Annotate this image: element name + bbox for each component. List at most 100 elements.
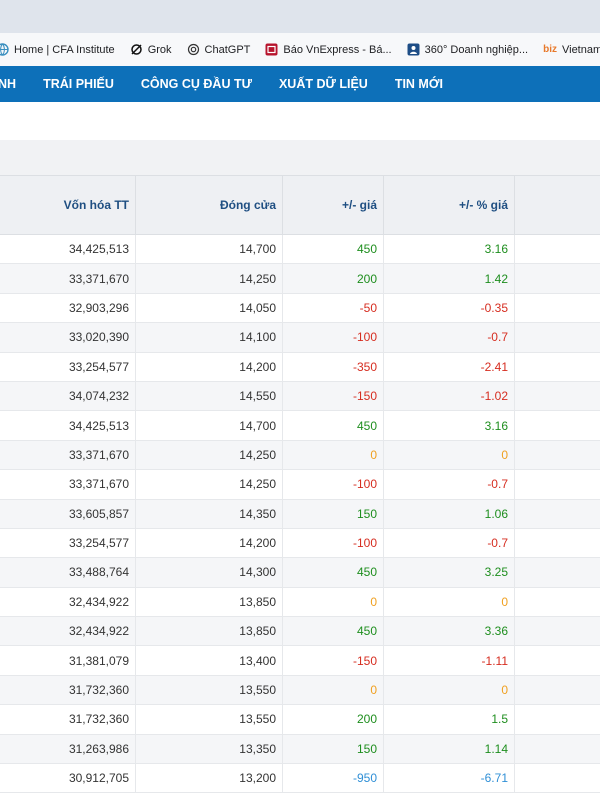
table-row[interactable]: 33,020,390 14,100 -100 -0.7 xyxy=(0,323,600,353)
close-price-cell: 13,400 xyxy=(136,646,283,675)
column-header-next[interactable] xyxy=(515,176,600,234)
percent-change-cell: -0.7 xyxy=(384,323,515,352)
price-change-cell: 150 xyxy=(283,499,384,528)
table-row[interactable]: 33,371,670 14,250 200 1.42 xyxy=(0,264,600,294)
bookmark-label: Home | CFA Institute xyxy=(14,43,115,56)
doanh-nghiep-icon xyxy=(407,43,420,56)
bookmarks-bar: Home | CFA Institute Grok ChatGPT Báo Vn… xyxy=(0,33,600,66)
market-cap-cell: 33,371,670 xyxy=(0,440,136,470)
price-history-table: Vốn hóa TT Đóng cửa +/- giá +/- % giá 34… xyxy=(0,175,600,794)
percent-change-cell: 0 xyxy=(384,675,515,705)
percent-change-cell: -1.02 xyxy=(384,381,515,411)
nav-item-xuat-du-lieu[interactable]: XUẤT DỮ LIỆU xyxy=(279,77,368,91)
close-price-cell: 14,250 xyxy=(136,470,283,499)
bookmark-cfa[interactable]: Home | CFA Institute xyxy=(0,43,115,56)
market-cap-cell: 33,254,577 xyxy=(0,528,136,558)
nav-item-partial[interactable]: NH xyxy=(0,77,16,91)
table-row[interactable]: 31,263,986 13,350 150 1.14 xyxy=(0,734,600,765)
price-change-cell: -350 xyxy=(283,352,384,381)
market-cap-cell: 33,254,577 xyxy=(0,352,136,381)
table-row[interactable]: 32,434,922 13,850 0 0 xyxy=(0,587,600,618)
table-row[interactable]: 33,488,764 14,300 450 3.25 xyxy=(0,558,600,588)
bookmark-label: Báo VnExpress - Bá... xyxy=(283,43,392,56)
next-column-cell xyxy=(515,411,600,439)
market-cap-cell: 32,434,922 xyxy=(0,587,136,617)
close-price-cell: 13,850 xyxy=(136,587,283,617)
close-price-cell: 13,550 xyxy=(136,675,283,705)
nav-item-tin-moi[interactable]: TIN MỚI xyxy=(395,77,443,91)
column-header-close[interactable]: Đóng cửa xyxy=(136,176,283,234)
table-toolbar-band xyxy=(0,140,600,175)
column-header-percent-change[interactable]: +/- % giá xyxy=(384,176,515,234)
table-row[interactable]: 33,254,577 14,200 -100 -0.7 xyxy=(0,528,600,559)
close-price-cell: 13,850 xyxy=(136,617,283,646)
bookmark-chatgpt[interactable]: ChatGPT xyxy=(187,43,250,56)
market-cap-cell: 31,732,360 xyxy=(0,675,136,705)
price-change-cell: -100 xyxy=(283,323,384,352)
next-column-cell xyxy=(515,588,600,616)
market-cap-cell: 34,425,513 xyxy=(0,235,136,264)
table-row[interactable]: 34,425,513 14,700 450 3.16 xyxy=(0,235,600,265)
next-column-cell xyxy=(515,529,600,557)
bookmark-360-doanh-nghiep[interactable]: 360° Doanh nghiệp... xyxy=(407,43,528,56)
close-price-cell: 13,350 xyxy=(136,734,283,764)
bookmark-grok[interactable]: Grok xyxy=(130,43,172,56)
table-row[interactable]: 33,254,577 14,200 -350 -2.41 xyxy=(0,352,600,382)
price-change-cell: 0 xyxy=(283,587,384,617)
table-row[interactable]: 33,605,857 14,350 150 1.06 xyxy=(0,499,600,529)
bookmark-label: 360° Doanh nghiệp... xyxy=(424,43,529,56)
percent-change-cell: 3.36 xyxy=(384,617,515,646)
price-change-cell: 200 xyxy=(283,264,384,293)
column-header-market-cap[interactable]: Vốn hóa TT xyxy=(0,176,136,234)
table-row[interactable]: 31,381,079 13,400 -150 -1.11 xyxy=(0,646,600,676)
vnexpress-icon xyxy=(265,43,278,56)
nav-item-trai-phieu[interactable]: TRÁI PHIẾU xyxy=(43,77,114,91)
market-cap-cell: 33,371,670 xyxy=(0,470,136,499)
table-row[interactable]: 34,074,232 14,550 -150 -1.02 xyxy=(0,381,600,412)
table-body: 34,425,513 14,700 450 3.16 33,371,670 14,250 2… xyxy=(0,235,600,794)
percent-change-cell: 0 xyxy=(384,440,515,470)
market-cap-cell: 34,425,513 xyxy=(0,411,136,440)
market-cap-cell: 32,434,922 xyxy=(0,617,136,646)
price-change-cell: 450 xyxy=(283,558,384,587)
percent-change-cell: -6.71 xyxy=(384,764,515,793)
close-price-cell: 14,200 xyxy=(136,528,283,558)
column-header-price-change[interactable]: +/- giá xyxy=(283,176,384,234)
table-row[interactable]: 31,732,360 13,550 200 1.5 xyxy=(0,705,600,735)
price-change-cell: 450 xyxy=(283,617,384,646)
bookmark-vnexpress[interactable]: Báo VnExpress - Bá... xyxy=(265,43,392,56)
close-price-cell: 14,700 xyxy=(136,411,283,440)
market-cap-cell: 30,912,705 xyxy=(0,764,136,793)
table-row[interactable]: 31,732,360 13,550 0 0 xyxy=(0,675,600,706)
price-change-cell: -150 xyxy=(283,646,384,675)
table-row[interactable]: 30,912,705 13,200 -950 -6.71 xyxy=(0,764,600,794)
percent-change-cell: 3.16 xyxy=(384,235,515,264)
next-column-cell xyxy=(515,353,600,381)
table-row[interactable]: 34,425,513 14,700 450 3.16 xyxy=(0,411,600,441)
next-column-cell xyxy=(515,500,600,528)
table-row[interactable]: 33,371,670 14,250 0 0 xyxy=(0,440,600,471)
price-change-cell: 0 xyxy=(283,675,384,705)
table-row[interactable]: 32,434,922 13,850 450 3.36 xyxy=(0,617,600,647)
bookmark-vietnambiz[interactable]: biz VietnamBiz xyxy=(543,44,600,56)
table-row[interactable]: 32,903,296 14,050 -50 -0.35 xyxy=(0,293,600,324)
nav-item-cong-cu-dau-tu[interactable]: CÔNG CỤ ĐẦU TƯ xyxy=(141,77,252,91)
next-column-cell xyxy=(515,764,600,792)
close-price-cell: 14,200 xyxy=(136,352,283,381)
next-column-cell xyxy=(515,646,600,674)
next-column-cell xyxy=(515,735,600,763)
close-price-cell: 14,250 xyxy=(136,264,283,293)
market-cap-cell: 34,074,232 xyxy=(0,381,136,411)
percent-change-cell: 1.5 xyxy=(384,705,515,734)
market-cap-cell: 32,903,296 xyxy=(0,293,136,323)
percent-change-cell: 1.14 xyxy=(384,734,515,764)
next-column-cell xyxy=(515,323,600,351)
next-column-cell xyxy=(515,617,600,645)
browser-tab-strip xyxy=(0,0,600,33)
chatgpt-icon xyxy=(187,43,200,56)
vietnambiz-icon: biz xyxy=(543,44,557,55)
price-change-cell: 150 xyxy=(283,734,384,764)
close-price-cell: 13,200 xyxy=(136,764,283,793)
table-row[interactable]: 33,371,670 14,250 -100 -0.7 xyxy=(0,470,600,500)
percent-change-cell: 3.25 xyxy=(384,558,515,587)
